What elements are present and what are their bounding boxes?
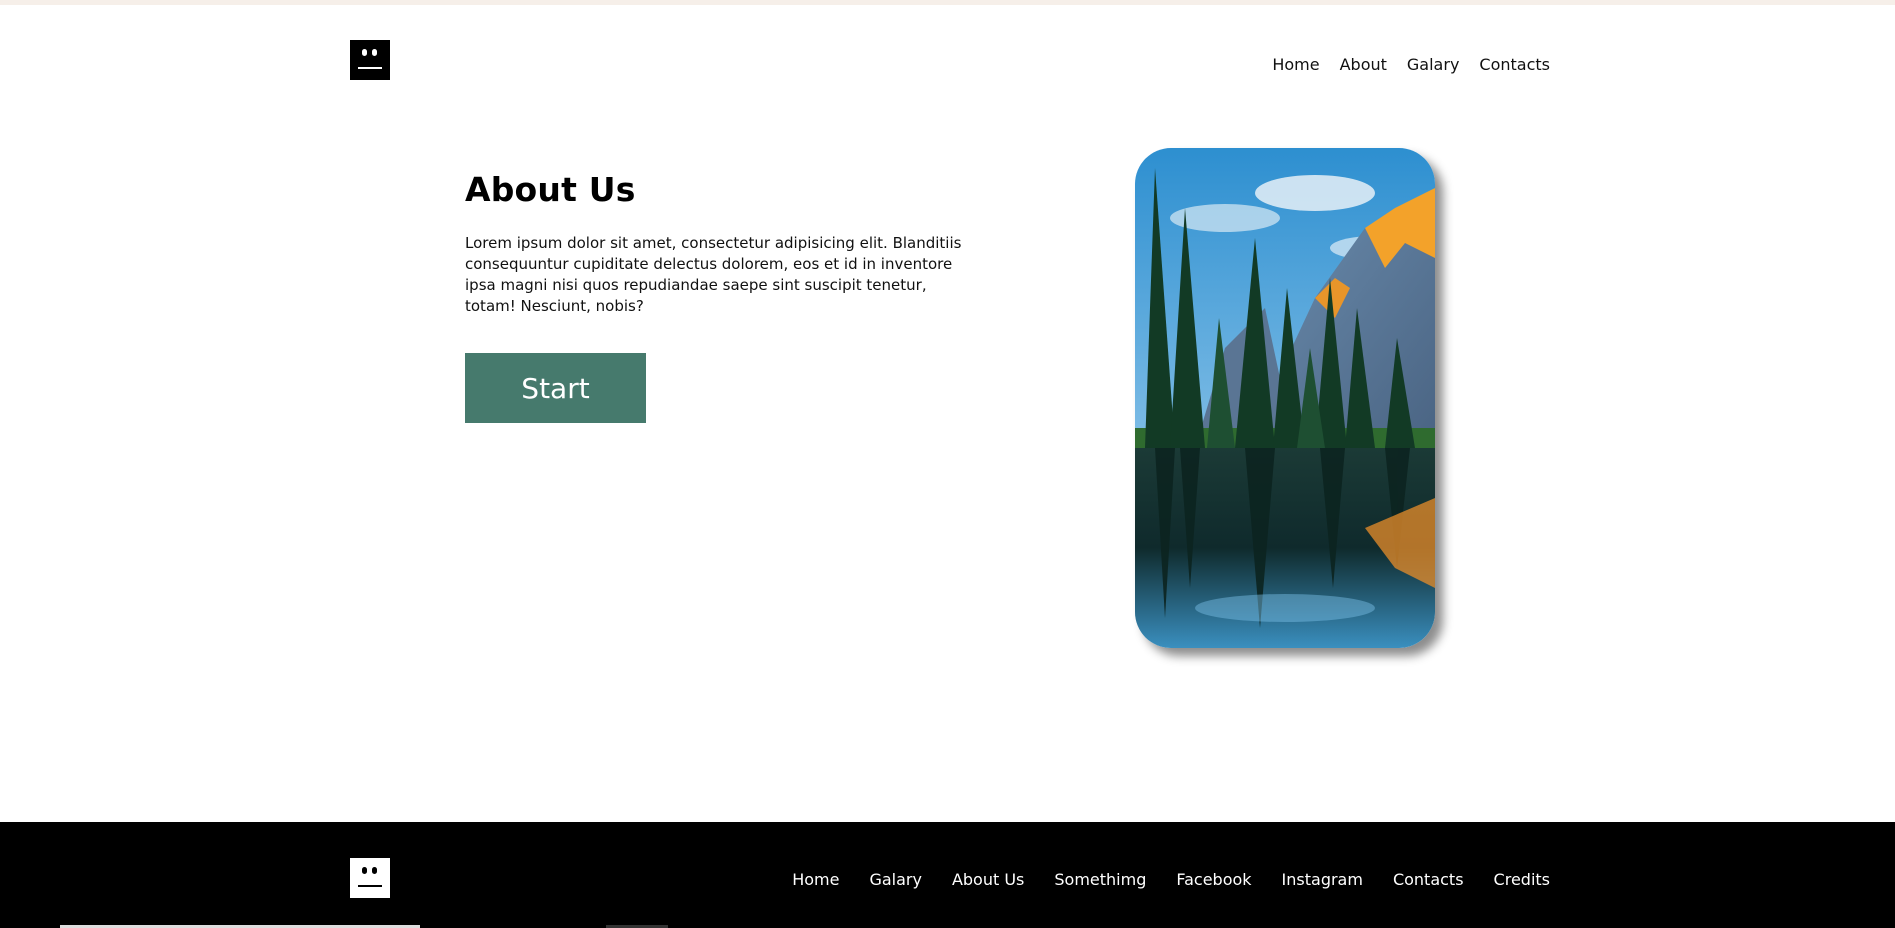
logo-eye-right xyxy=(372,49,377,56)
about-title: About Us xyxy=(465,170,636,209)
about-section: About Us Lorem ipsum dolor sit amet, con… xyxy=(465,170,985,317)
logo-eye-left xyxy=(362,867,367,874)
nav-home[interactable]: Home xyxy=(1272,55,1319,74)
site-header: Home About Galary Contacts xyxy=(0,5,1895,115)
logo-mouth xyxy=(358,67,382,69)
about-body: Lorem ipsum dolor sit amet, consectetur … xyxy=(465,234,962,315)
site-footer: Home Galary About Us Somethimg Facebook … xyxy=(0,822,1895,928)
landscape-illustration xyxy=(1135,148,1435,648)
footer-nav-home[interactable]: Home xyxy=(792,870,839,889)
start-button[interactable]: Start xyxy=(465,353,646,423)
main-nav: Home About Galary Contacts xyxy=(1272,55,1550,74)
footer-nav: Home Galary About Us Somethimg Facebook … xyxy=(792,870,1550,889)
logo-mouth xyxy=(358,885,382,887)
nav-galary[interactable]: Galary xyxy=(1407,55,1460,74)
face-logo-icon[interactable] xyxy=(350,40,390,80)
footer-nav-facebook[interactable]: Facebook xyxy=(1176,870,1251,889)
logo-eye-left xyxy=(362,49,367,56)
mountain-lake-photo xyxy=(1135,148,1435,648)
footer-nav-galary[interactable]: Galary xyxy=(869,870,922,889)
logo-eye-right xyxy=(372,867,377,874)
nav-contacts[interactable]: Contacts xyxy=(1479,55,1550,74)
face-logo-icon[interactable] xyxy=(350,858,390,898)
footer-nav-credits[interactable]: Credits xyxy=(1494,870,1550,889)
footer-nav-contacts[interactable]: Contacts xyxy=(1393,870,1464,889)
footer-nav-instagram[interactable]: Instagram xyxy=(1282,870,1363,889)
footer-nav-about-us[interactable]: About Us xyxy=(952,870,1024,889)
footer-nav-somethimg[interactable]: Somethimg xyxy=(1054,870,1146,889)
nav-about[interactable]: About xyxy=(1340,55,1387,74)
